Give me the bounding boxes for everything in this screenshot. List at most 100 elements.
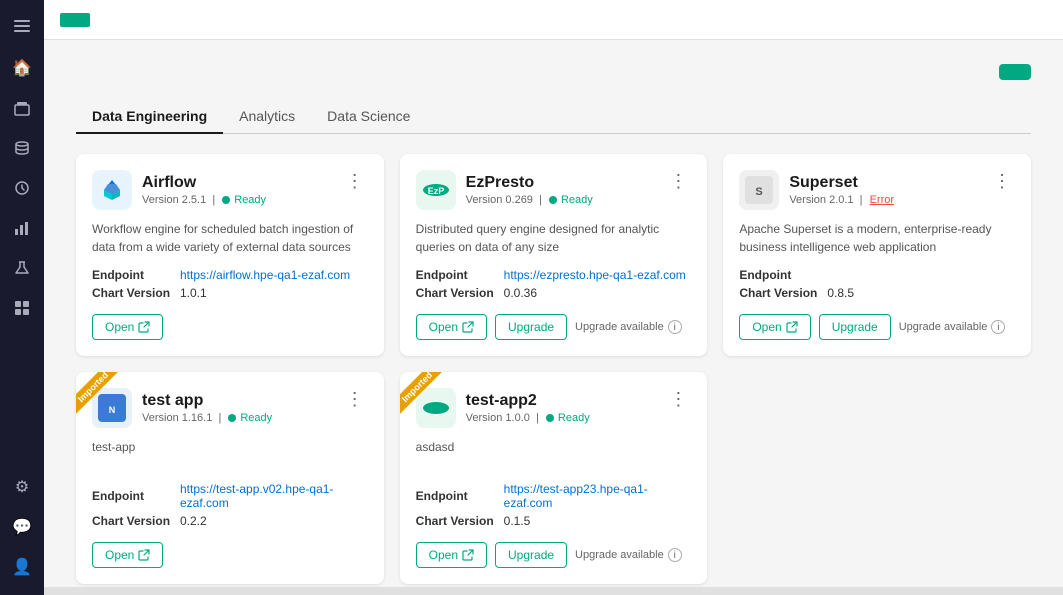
app-version: Version 1.0.0 | Ready (466, 412, 590, 424)
card-meta: Endpoint Chart Version 0.8.5 (739, 268, 1015, 300)
card-description: Distributed query engine designed for an… (416, 220, 692, 256)
chart-version-label: Chart Version (92, 514, 172, 528)
card-actions: Open (92, 314, 368, 340)
info-icon[interactable]: i (991, 320, 1005, 334)
sidebar-icon-chart[interactable] (4, 210, 40, 246)
page-header (76, 64, 1031, 80)
endpoint-url[interactable]: https://test-app23.hpe-qa1-ezaf.com (504, 482, 692, 510)
sidebar-icon-user[interactable]: 👤 (4, 549, 40, 585)
app-name: test app (142, 392, 272, 410)
tab-data-science[interactable]: Data Science (311, 100, 426, 134)
app-name: Airflow (142, 174, 266, 192)
upgrade-button[interactable]: Upgrade (495, 542, 567, 568)
endpoint-url[interactable]: https://ezpresto.hpe-qa1-ezaf.com (504, 268, 686, 282)
card-header: S Superset Version 2.0.1 | Error ⋮ (739, 170, 1015, 210)
info-icon[interactable]: i (668, 320, 682, 334)
status-dot (546, 414, 554, 422)
open-label: Open (105, 548, 134, 562)
card-header-left: Airflow Version 2.5.1 | Ready (92, 170, 266, 210)
card-testapp: Imported N test app Version 1.16.1 | Rea… (76, 372, 384, 584)
chart-version-row: Chart Version 0.2.2 (92, 514, 368, 528)
endpoint-row: Endpoint https://test-app23.hpe-qa1-ezaf… (416, 482, 692, 510)
error-status[interactable]: Error (870, 194, 894, 206)
open-button[interactable]: Open (92, 542, 163, 568)
three-dot-menu[interactable]: ⋮ (342, 388, 368, 410)
three-dot-menu[interactable]: ⋮ (989, 170, 1015, 192)
upgrade-button[interactable]: Upgrade (495, 314, 567, 340)
tab-analytics[interactable]: Analytics (223, 100, 311, 134)
open-button[interactable]: Open (739, 314, 810, 340)
chart-version-value: 0.1.5 (504, 514, 531, 528)
three-dot-menu[interactable]: ⋮ (342, 170, 368, 192)
topbar (44, 0, 1063, 40)
card-description: test-app (92, 438, 368, 470)
sidebar-top: 🏠 (0, 0, 44, 467)
status-text: Ready (561, 194, 593, 206)
status-dot (228, 414, 236, 422)
hamburger-menu-icon[interactable] (4, 8, 40, 44)
card-description: asdasd (416, 438, 692, 470)
endpoint-label: Endpoint (739, 268, 819, 282)
chart-version-row: Chart Version 0.8.5 (739, 286, 1015, 300)
status-text: Ready (558, 412, 590, 424)
card-testapp2: Imported test-app2 Version 1.0.0 | Ready… (400, 372, 708, 584)
three-dot-menu[interactable]: ⋮ (665, 388, 691, 410)
endpoint-label: Endpoint (416, 489, 496, 503)
endpoint-url[interactable]: https://test-app.v02.hpe-qa1-ezaf.com (180, 482, 368, 510)
imported-ribbon: Imported (400, 372, 460, 432)
endpoint-row: Endpoint https://ezpresto.hpe-qa1-ezaf.c… (416, 268, 692, 282)
card-meta: Endpoint https://airflow.hpe-qa1-ezaf.co… (92, 268, 368, 300)
chart-version-label: Chart Version (739, 286, 819, 300)
chart-version-row: Chart Version 1.0.1 (92, 286, 368, 300)
open-label: Open (105, 320, 134, 334)
card-superset: S Superset Version 2.0.1 | Error ⋮ Apach… (723, 154, 1031, 356)
open-button[interactable]: Open (416, 542, 487, 568)
info-icon[interactable]: i (668, 548, 682, 562)
app-info: test app Version 1.16.1 | Ready (142, 392, 272, 424)
sidebar-icon-chat[interactable]: 💬 (4, 509, 40, 545)
three-dot-menu[interactable]: ⋮ (665, 170, 691, 192)
sidebar-icon-clock[interactable] (4, 170, 40, 206)
main-container: Data Engineering Analytics Data Science … (44, 0, 1063, 595)
card-actions: Open Upgrade Upgrade available i (416, 542, 692, 568)
app-icon: EzP (416, 170, 456, 210)
sidebar-icon-flask[interactable] (4, 250, 40, 286)
topbar-logo (60, 13, 98, 27)
bottom-scrollbar[interactable] (44, 587, 1063, 595)
card-actions: Open (92, 542, 368, 568)
card-meta: Endpoint https://test-app23.hpe-qa1-ezaf… (416, 482, 692, 528)
tabs: Data Engineering Analytics Data Science (76, 100, 1031, 134)
hpe-logo (60, 13, 90, 27)
sidebar-icon-layers[interactable] (4, 90, 40, 126)
upgrade-available-text: Upgrade available i (575, 548, 682, 562)
app-version: Version 1.16.1 | Ready (142, 412, 272, 424)
sidebar-icon-settings[interactable]: ⚙ (4, 469, 40, 505)
app-version: Version 2.5.1 | Ready (142, 194, 266, 206)
endpoint-row: Endpoint (739, 268, 1015, 282)
chart-version-label: Chart Version (92, 286, 172, 300)
upgrade-button[interactable]: Upgrade (819, 314, 891, 340)
chart-version-value: 0.2.2 (180, 514, 207, 528)
sidebar-icon-home[interactable]: 🏠 (4, 50, 40, 86)
svg-text:EzP: EzP (427, 186, 444, 196)
open-label: Open (429, 320, 458, 334)
endpoint-url[interactable]: https://airflow.hpe-qa1-ezaf.com (180, 268, 350, 282)
endpoint-label: Endpoint (92, 268, 172, 282)
open-label: Open (752, 320, 781, 334)
chart-version-label: Chart Version (416, 514, 496, 528)
app-icon (92, 170, 132, 210)
endpoint-row: Endpoint https://airflow.hpe-qa1-ezaf.co… (92, 268, 368, 282)
card-header-left: EzP EzPresto Version 0.269 | Ready (416, 170, 593, 210)
open-button[interactable]: Open (416, 314, 487, 340)
card-meta: Endpoint https://test-app.v02.hpe-qa1-ez… (92, 482, 368, 528)
chart-version-value: 0.0.36 (504, 286, 537, 300)
card-meta: Endpoint https://ezpresto.hpe-qa1-ezaf.c… (416, 268, 692, 300)
imported-ribbon: Imported (76, 372, 136, 432)
sidebar-icon-apps[interactable] (4, 290, 40, 326)
chart-version-value: 1.0.1 (180, 286, 207, 300)
open-button[interactable]: Open (92, 314, 163, 340)
sidebar-icon-database[interactable] (4, 130, 40, 166)
app-name: test-app2 (466, 392, 590, 410)
tab-data-engineering[interactable]: Data Engineering (76, 100, 223, 134)
import-application-button[interactable] (999, 64, 1031, 80)
